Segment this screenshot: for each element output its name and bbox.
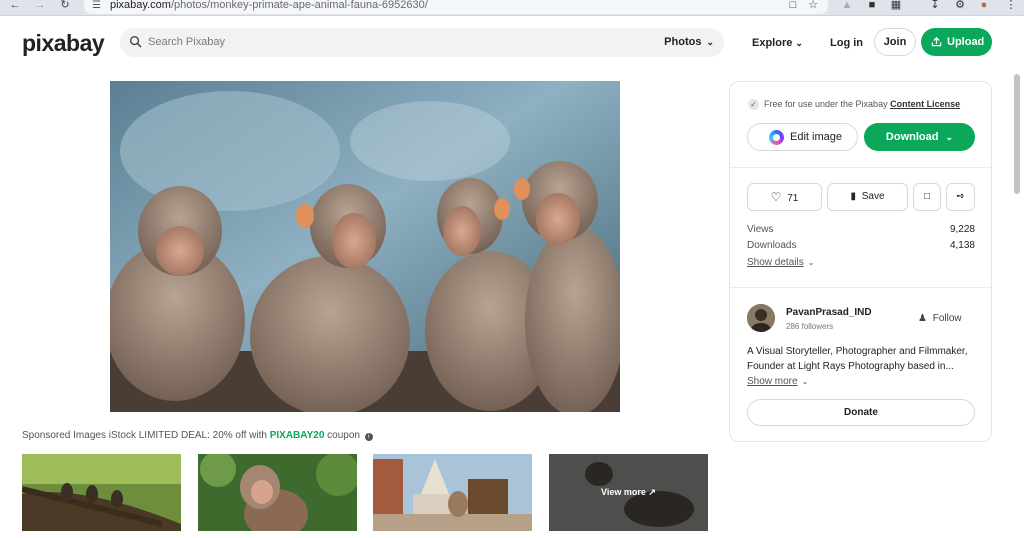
save-label: Save <box>861 191 885 202</box>
search-type-label: Photos <box>664 36 702 48</box>
search-icon <box>129 35 142 48</box>
back-icon[interactable]: ← <box>8 0 22 12</box>
views-stat: Views 9,228 <box>747 224 975 235</box>
url-path: /photos/monkey-primate-ape-animal-fauna-… <box>170 0 428 11</box>
heart-icon: ♡ <box>770 190 782 204</box>
followers-count: 286 followers <box>786 322 834 331</box>
forward-icon[interactable]: → <box>33 0 47 12</box>
donate-button[interactable]: Donate <box>747 399 975 426</box>
show-more-label: Show more <box>747 376 798 387</box>
extensions-puzzle-icon[interactable]: ▦ <box>889 0 903 12</box>
sponsored-image <box>373 454 532 531</box>
like-button[interactable]: ♡ 71 <box>747 183 822 211</box>
coupon-code[interactable]: PIXABAY20 <box>270 430 325 441</box>
downloads-icon[interactable]: ↧ <box>928 0 942 12</box>
url-host: pixabay.com <box>110 0 171 11</box>
follow-label: Follow <box>932 313 962 324</box>
profile-avatar-icon[interactable]: ● <box>977 0 991 12</box>
sponsored-suffix: coupon <box>324 430 360 441</box>
search-type-dropdown[interactable]: Photos ⌄ <box>664 36 714 48</box>
bookmark-icon: ▮ <box>850 191 856 202</box>
license-text: Free for use under the Pixabay <box>764 99 891 109</box>
upload-button[interactable]: Upload <box>921 28 992 56</box>
chevron-down-icon: ⌄ <box>807 258 815 267</box>
divider <box>730 167 991 168</box>
comment-icon: □ <box>923 191 931 202</box>
avatar-image <box>747 304 775 332</box>
view-more-thumb[interactable]: View more ↗ <box>549 454 708 531</box>
download-button[interactable]: Download ⌄ <box>864 123 975 151</box>
info-icon[interactable]: i <box>364 433 373 441</box>
views-value: 9,228 <box>949 224 975 235</box>
pixabay-logo[interactable]: pixabay <box>22 30 105 57</box>
chevron-down-icon: ⌄ <box>795 38 803 48</box>
follow-button[interactable]: ♟ Follow <box>918 313 962 324</box>
upload-label: Upload <box>947 36 985 48</box>
sponsored-image <box>198 454 357 531</box>
save-button[interactable]: ▮ Save <box>827 183 908 211</box>
sponsored-image <box>22 454 181 531</box>
explore-menu[interactable]: Explore ⌄ <box>752 37 803 49</box>
like-count: 71 <box>787 193 799 204</box>
screen-share-icon[interactable]: □ <box>786 0 800 12</box>
show-details-link[interactable]: Show details ⌄ <box>747 257 814 268</box>
sponsored-banner: Sponsored Images iStock LIMITED DEAL: 20… <box>22 430 373 441</box>
sponsored-text: Sponsored Images iStock LIMITED DEAL: 20… <box>22 430 270 441</box>
sponsored-thumb[interactable] <box>198 454 357 531</box>
show-more-link[interactable]: Show more ⌄ <box>747 376 808 387</box>
upload-icon <box>931 36 942 47</box>
content-license-link[interactable]: Content License <box>890 99 960 109</box>
downloads-value: 4,138 <box>949 240 975 251</box>
download-label: Download <box>885 131 939 143</box>
canva-icon <box>769 130 784 145</box>
sponsored-thumb[interactable] <box>373 454 532 531</box>
view-more-label: View more <box>601 487 646 497</box>
user-name-link[interactable]: PavanPrasad_IND <box>786 307 872 318</box>
address-bar[interactable]: ☰ pixabay.com/photos/monkey-primate-ape-… <box>84 0 828 14</box>
bookmark-star-icon[interactable]: ☆ <box>806 0 820 12</box>
sponsored-thumb[interactable] <box>22 454 181 531</box>
view-more-link[interactable]: View more ↗ <box>549 487 708 498</box>
user-plus-icon: ♟ <box>918 313 927 324</box>
license-notice: ✓ Free for use under the Pixabay Content … <box>748 99 960 110</box>
main-photo[interactable] <box>110 81 620 412</box>
share-button[interactable]: ➺ <box>946 183 975 211</box>
extension-dark-icon[interactable]: ■ <box>865 0 879 12</box>
login-link[interactable]: Log in <box>830 37 863 49</box>
downloads-stat: Downloads 4,138 <box>747 240 975 251</box>
reload-icon[interactable]: ↻ <box>58 0 72 12</box>
browser-toolbar: ← → ↻ ☰ pixabay.com/photos/monkey-primat… <box>0 0 1024 16</box>
menu-kebab-icon[interactable]: ⋮ <box>1004 0 1018 12</box>
comment-button[interactable]: □ <box>913 183 941 211</box>
check-icon: ✓ <box>748 99 759 110</box>
share-icon: ➺ <box>956 191 965 202</box>
user-bio: A Visual Storyteller, Photographer and F… <box>747 346 968 372</box>
search-bar[interactable]: Search Pixabay Photos ⌄ <box>120 28 724 57</box>
external-link-icon: ↗ <box>648 487 656 497</box>
extension-icon[interactable]: ▲ <box>840 0 854 12</box>
chevron-down-icon: ⌄ <box>706 37 714 47</box>
chevron-down-icon: ⌄ <box>945 132 954 142</box>
avatar[interactable] <box>747 304 775 332</box>
page-scrollbar[interactable] <box>1014 74 1020 194</box>
show-details-label: Show details <box>747 257 804 268</box>
chevron-down-icon: ⌄ <box>801 377 809 386</box>
monkeys-photo-image <box>110 81 620 412</box>
edit-image-button[interactable]: Edit image <box>747 123 858 151</box>
views-label: Views <box>747 224 774 235</box>
site-info-icon[interactable]: ☰ <box>92 0 101 11</box>
photo-details-panel: ✓ Free for use under the Pixabay Content … <box>729 81 992 442</box>
search-input[interactable]: Search Pixabay <box>148 36 225 48</box>
edit-image-label: Edit image <box>790 131 842 143</box>
explore-label: Explore <box>752 37 793 49</box>
join-button[interactable]: Join <box>874 28 916 56</box>
profile-switch-icon[interactable]: ⚙ <box>953 0 967 12</box>
downloads-label: Downloads <box>747 240 797 251</box>
site-header: pixabay Search Pixabay Photos ⌄ Explore ⌄… <box>0 16 1024 70</box>
divider <box>730 287 991 288</box>
